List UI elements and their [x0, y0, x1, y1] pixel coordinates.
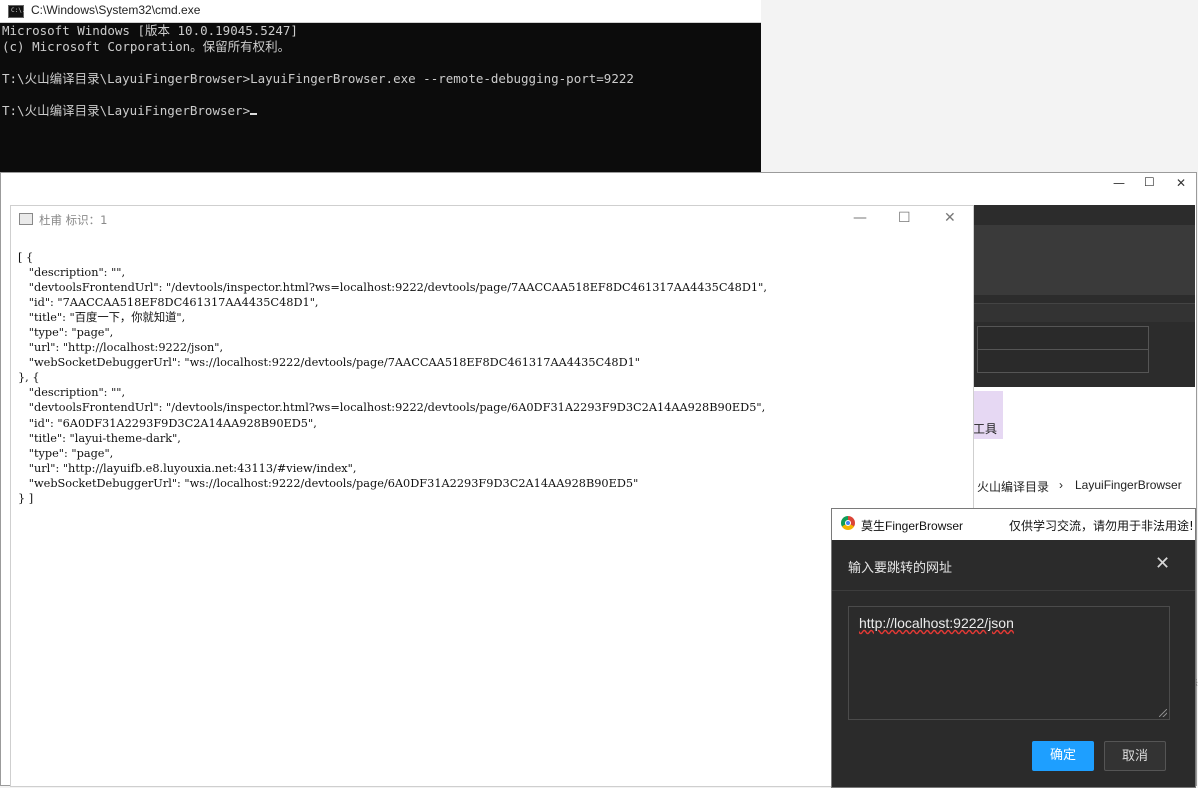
resize-grip-icon[interactable]: [1159, 709, 1167, 717]
browser-maximize-button[interactable]: ☐: [1144, 175, 1155, 189]
usage-notice: 仅供学习交流，请勿用于非法用途!: [1009, 519, 1194, 533]
json-line: "id": "7AACCAA518EF8DC461317AA4435C48D1"…: [18, 296, 319, 310]
browser-title-bar[interactable]: — ☐ ✕: [1, 173, 1196, 195]
json-line: "webSocketDebuggerUrl": "ws://localhost:…: [18, 356, 641, 370]
console-line: ​: [2, 87, 757, 103]
dialog-header: 输入要跳转的网址 ✕: [832, 540, 1195, 591]
console-line: Microsoft Windows [版本 10.0.19045.5247]: [2, 23, 298, 38]
json-content[interactable]: [ { "description": "", "devtoolsFrontend…: [18, 250, 767, 506]
cmd-window-title: C:\Windows\System32\cmd.exe: [31, 3, 201, 17]
window-icon: [19, 213, 33, 225]
browser-close-button[interactable]: ✕: [1176, 176, 1186, 190]
cmd-app-icon: C:\.: [8, 5, 25, 18]
cmd-window[interactable]: C:\. C:\Windows\System32\cmd.exe Microso…: [0, 0, 761, 173]
json-line: "description": "",: [18, 386, 126, 400]
browser-dark-bar: [973, 303, 1195, 322]
tools-label: 工具: [973, 422, 998, 436]
url-value: http://localhost:9222/json: [859, 615, 1014, 631]
app-name: 莫生FingerBrowser: [861, 519, 964, 533]
json-line: "url": "http://layuifb.e8.luyouxia.net:4…: [18, 461, 357, 475]
console-line: ​: [2, 55, 757, 71]
json-line: "title": "百度一下，你就知道",: [18, 311, 186, 325]
json-line: "description": "",: [18, 266, 126, 280]
json-viewer-window[interactable]: 杜甫 标识：1 — ☐ ✕ [ { "description": "", "de…: [10, 205, 974, 787]
dialog-title: 输入要跳转的网址: [848, 561, 953, 576]
cmd-console-output[interactable]: Microsoft Windows [版本 10.0.19045.5247] (c…: [2, 23, 757, 119]
json-line: "url": "http://localhost:9222/json",: [18, 341, 224, 355]
breadcrumb-item[interactable]: 火山编译目录: [977, 478, 1049, 495]
json-line: "type": "page",: [18, 326, 114, 340]
breadcrumb: 火山编译目录 › LayuiFingerBrowser: [973, 473, 1195, 499]
console-prompt-line[interactable]: T:\火山编译目录\LayuiFingerBrowser>: [2, 103, 757, 119]
viewer-window-title: 杜甫 标识：1: [39, 213, 108, 227]
navigate-dialog[interactable]: 莫生FingerBrowser 仅供学习交流，请勿用于非法用途! 输入要跳转的网…: [831, 508, 1196, 788]
cancel-button[interactable]: 取消: [1104, 741, 1166, 771]
json-line: }, {: [18, 371, 40, 385]
cmd-title-bar[interactable]: C:\. C:\Windows\System32\cmd.exe: [0, 0, 761, 23]
json-line: "id": "6A0DF31A2293F9D3C2A14AA928B90ED5"…: [18, 416, 317, 430]
browser-input-row[interactable]: [977, 349, 1149, 373]
dialog-app-bar: 莫生FingerBrowser 仅供学习交流，请勿用于非法用途!: [832, 509, 1195, 540]
viewer-minimize-button[interactable]: —: [853, 210, 867, 226]
desktop-background: [761, 0, 1198, 172]
viewer-maximize-button[interactable]: ☐: [898, 210, 911, 226]
browser-minimize-button[interactable]: —: [1113, 176, 1125, 190]
console-line: (c) Microsoft Corporation。保留所有权利。: [2, 39, 291, 54]
json-line: "devtoolsFrontendUrl": "/devtools/inspec…: [18, 281, 767, 295]
json-line: } ]: [18, 491, 34, 505]
breadcrumb-separator: ›: [1059, 478, 1063, 492]
url-textarea[interactable]: http://localhost:9222/json: [848, 606, 1170, 720]
browser-dark-panel: [973, 225, 1195, 295]
viewer-title-bar[interactable]: 杜甫 标识：1 — ☐ ✕: [11, 206, 973, 232]
json-line: "type": "page",: [18, 446, 114, 460]
chrome-logo-icon: [841, 516, 855, 530]
confirm-button[interactable]: 确定: [1032, 741, 1094, 771]
breadcrumb-item[interactable]: LayuiFingerBrowser: [1075, 478, 1182, 492]
browser-input-row[interactable]: [977, 326, 1149, 350]
json-line: "title": "layui-theme-dark",: [18, 431, 181, 445]
json-line: "webSocketDebuggerUrl": "ws://localhost:…: [18, 476, 639, 490]
viewer-close-button[interactable]: ✕: [944, 210, 956, 226]
console-line: T:\火山编译目录\LayuiFingerBrowser>LayuiFinger…: [2, 71, 634, 86]
json-line: [ {: [18, 251, 34, 264]
json-line: "devtoolsFrontendUrl": "/devtools/inspec…: [18, 401, 766, 415]
dialog-close-icon[interactable]: ✕: [1155, 553, 1170, 574]
console-prompt: T:\火山编译目录\LayuiFingerBrowser>: [2, 103, 251, 118]
text-cursor: [250, 113, 258, 115]
